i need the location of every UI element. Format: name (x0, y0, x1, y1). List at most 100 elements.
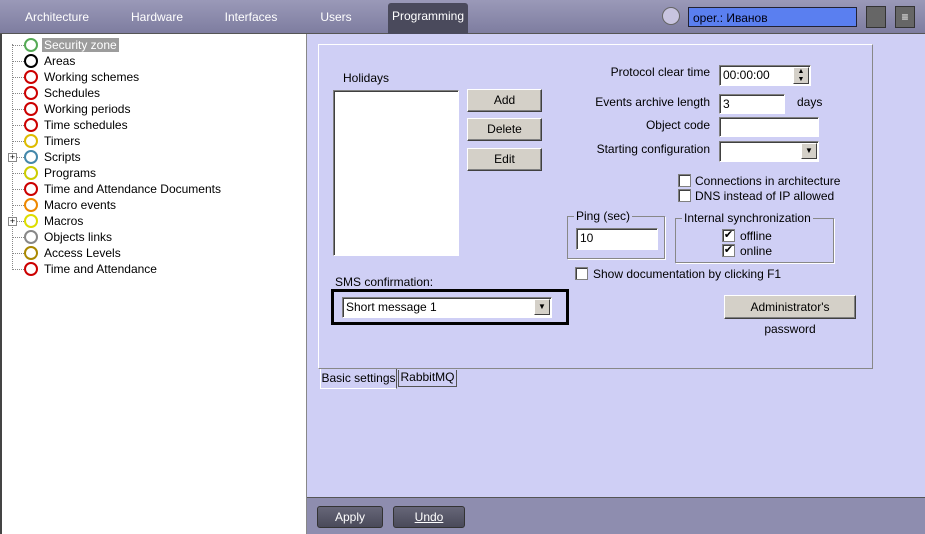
tree-item[interactable]: Areas (24, 53, 77, 69)
tree-line (12, 253, 24, 254)
tree-item[interactable]: Scripts (24, 149, 83, 165)
spinner-icon[interactable]: ▲ ▼ (793, 67, 809, 84)
sms-select[interactable]: Short message 1 ▼ (342, 297, 552, 318)
operator-field[interactable]: oper.: Иванов (688, 7, 857, 27)
tree-item[interactable]: Security zone (24, 37, 119, 53)
bottom-bar: Apply Undo (307, 497, 925, 534)
tree-item-icon (24, 150, 38, 164)
tree-item-icon (24, 182, 38, 196)
layout-grid-icon[interactable] (866, 6, 886, 28)
tree-line (12, 189, 24, 190)
holidays-list[interactable] (333, 90, 459, 256)
tree-item[interactable]: Time schedules (24, 117, 130, 133)
tree-item-label: Working periods (44, 102, 131, 116)
protocol-clear-time-input[interactable]: 00:00:00 ▲ ▼ (719, 65, 811, 86)
expand-icon[interactable]: + (8, 153, 17, 162)
tree-item-icon (24, 102, 38, 116)
tree-line (12, 109, 24, 110)
chevron-down-icon[interactable]: ▼ (801, 143, 817, 159)
tree-item[interactable]: Programs (24, 165, 98, 181)
tree-item-label: Programs (44, 166, 97, 180)
tree-item-label: Objects links (44, 230, 113, 244)
operator-icon[interactable] (662, 7, 680, 25)
show-doc-label: Show documentation by clicking F1 (593, 267, 782, 281)
top-navigation-bar: Architecture Hardware Interfaces Users P… (0, 0, 925, 34)
internal-sync-group: Internal synchronization ✔ offline ✔ onl… (675, 211, 834, 263)
tree-line (12, 173, 24, 174)
tree-item-icon (24, 230, 38, 244)
tree-item-icon (24, 70, 38, 84)
tree-item-icon (24, 262, 38, 276)
starting-config-select[interactable]: ▼ (719, 141, 819, 162)
tree-item-icon (24, 214, 38, 228)
tree-item-label: Time and Attendance Documents (44, 182, 221, 196)
add-button[interactable]: Add (467, 89, 542, 112)
tree-line (12, 61, 24, 62)
connections-arch-checkbox[interactable] (678, 174, 691, 187)
delete-button[interactable]: Delete (467, 118, 542, 141)
protocol-clear-time-label: Protocol clear time (610, 65, 710, 79)
holidays-label: Holidays (343, 71, 390, 85)
tree-item-icon (24, 54, 38, 68)
tab-architecture[interactable]: Architecture (16, 6, 98, 34)
tree-item-icon (24, 38, 38, 52)
tree-item-label: Access Levels (44, 246, 121, 260)
ping-input[interactable]: 10 (576, 228, 658, 250)
tab-basic-settings[interactable]: Basic settings (320, 369, 397, 389)
ping-label: Ping (sec) (574, 209, 633, 223)
tree-item[interactable]: Time and Attendance (24, 261, 159, 277)
dns-label: DNS instead of IP allowed (695, 189, 835, 203)
tree-item[interactable]: Working schemes (24, 69, 141, 85)
tree-item-label: Areas (44, 54, 76, 68)
tree-item-label: Timers (44, 134, 81, 148)
dns-checkbox[interactable] (678, 189, 691, 202)
apply-button[interactable]: Apply (317, 506, 383, 528)
tree-item[interactable]: Working periods (24, 101, 132, 117)
offline-label: offline (740, 229, 772, 243)
tab-hardware[interactable]: Hardware (118, 6, 196, 34)
tree-item-icon (24, 134, 38, 148)
undo-button[interactable]: Undo (393, 506, 465, 528)
tree-item[interactable]: Macro events (24, 197, 118, 213)
tree-item[interactable]: Schedules (24, 85, 102, 101)
tab-interfaces[interactable]: Interfaces (214, 6, 288, 34)
events-archive-label: Events archive length (595, 95, 710, 109)
tree-item[interactable]: Macros (24, 213, 85, 229)
tree-line (12, 45, 24, 46)
sms-label: SMS confirmation: (335, 275, 434, 289)
tree-item-icon (24, 166, 38, 180)
tree-item-label: Macro events (44, 198, 117, 212)
chevron-down-icon[interactable]: ▼ (534, 299, 550, 315)
protocol-clear-time-value: 00:00:00 (723, 68, 770, 82)
internal-sync-label: Internal synchronization (682, 211, 813, 225)
tree-line (12, 93, 24, 94)
online-checkbox[interactable]: ✔ (722, 244, 735, 257)
tree-item-icon (24, 86, 38, 100)
tree-line (12, 205, 24, 206)
ping-group: Ping (sec) 10 (567, 209, 665, 259)
events-archive-input[interactable]: 3 (719, 94, 785, 114)
menu-icon[interactable]: ≡ (895, 6, 915, 28)
object-code-input[interactable] (719, 117, 819, 137)
tree-item-label: Working schemes (44, 70, 140, 84)
tree-item-label: Time and Attendance (44, 262, 157, 276)
tab-users[interactable]: Users (306, 6, 366, 34)
edit-button[interactable]: Edit (467, 148, 542, 171)
online-label: online (740, 244, 773, 258)
tree-item-label: Scripts (44, 150, 81, 164)
settings-panel: Holidays Add Delete Edit Protocol clear … (318, 44, 873, 369)
tree-item[interactable]: Timers (24, 133, 82, 149)
admin-password-button[interactable]: Administrator's password (724, 295, 856, 336)
offline-checkbox[interactable]: ✔ (722, 229, 735, 242)
tree-item-icon (24, 246, 38, 260)
tree-item-label: Schedules (44, 86, 101, 100)
connections-arch-label: Connections in architecture (695, 174, 841, 188)
tab-rabbitmq[interactable]: RabbitMQ (398, 370, 457, 387)
show-doc-checkbox[interactable] (575, 267, 588, 280)
tab-programming[interactable]: Programming (388, 3, 468, 34)
tree-line (12, 269, 24, 270)
tree-item[interactable]: Access Levels (24, 245, 123, 261)
expand-icon[interactable]: + (8, 217, 17, 226)
tree-item[interactable]: Objects links (24, 229, 114, 245)
tree-item[interactable]: Time and Attendance Documents (24, 181, 223, 197)
